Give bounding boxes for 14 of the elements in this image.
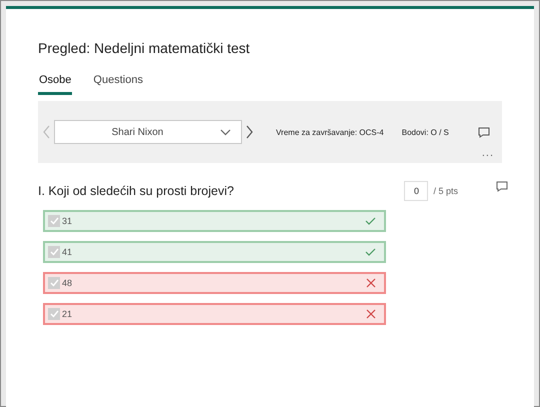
option-label: 48	[62, 278, 74, 288]
option-label: 41	[62, 247, 74, 257]
page-title: Pregled: Nedeljni matematički test	[38, 40, 251, 56]
option-label: 31	[62, 216, 74, 226]
option-label: 21	[62, 309, 74, 319]
respondent-dropdown[interactable]: Shari Nixon	[54, 120, 242, 144]
more-options[interactable]: ...	[482, 147, 494, 159]
points-text: Bodovi: O / S	[402, 128, 449, 136]
max-points: / 5 pts	[433, 186, 458, 196]
completion-time: Vreme za završavanje: OCS-4	[276, 128, 384, 136]
tab[interactable]: Osobe	[38, 74, 72, 95]
tab[interactable]: Questions	[92, 74, 144, 95]
score-field[interactable]: 0	[404, 181, 428, 201]
question-text: I. Koji od sledećih su prosti brojevi?	[38, 184, 235, 198]
